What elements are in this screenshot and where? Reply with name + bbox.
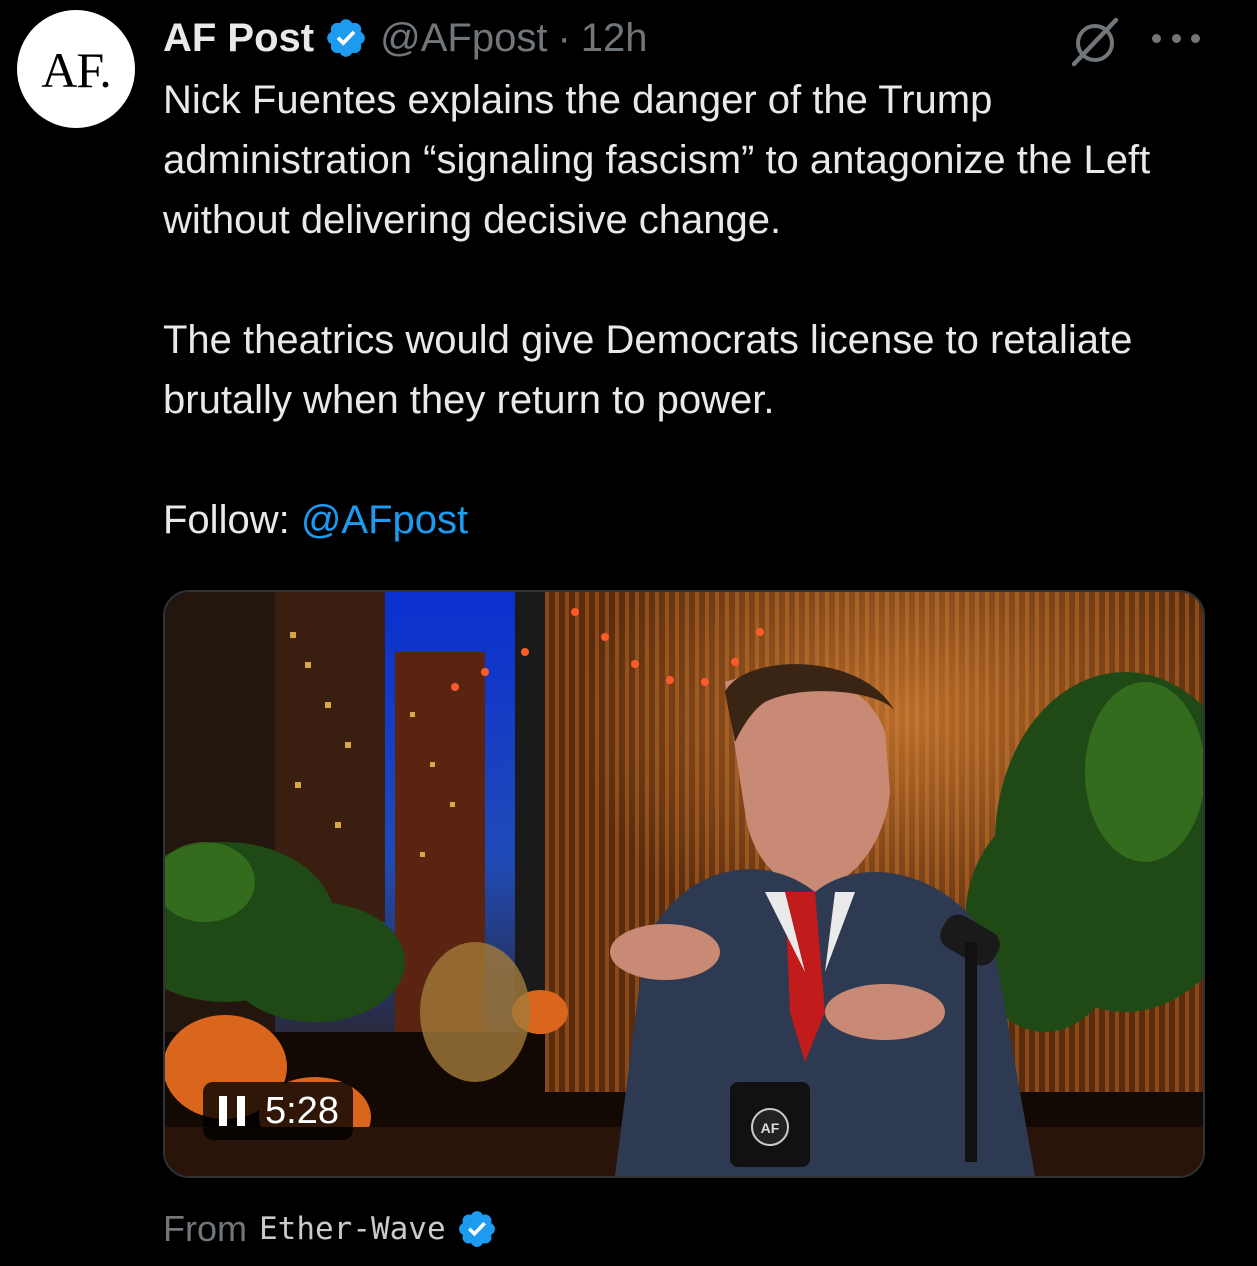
post-timestamp[interactable]: 12h [581,16,648,61]
grok-icon[interactable] [1066,12,1124,70]
post-header: AF Post @AFpost · 12h [163,10,648,66]
post-paragraph-1: Nick Fuentes explains the danger of the … [163,78,1151,242]
source-name-link[interactable]: Ether-Wave [259,1211,446,1247]
source-prefix: From [163,1208,247,1249]
pause-icon[interactable] [219,1096,245,1126]
video-source: From Ether-Wave [163,1204,498,1254]
follow-mention-link[interactable]: @AFpost [301,498,468,542]
follow-label: Follow: [163,498,301,542]
author-name[interactable]: AF Post [163,16,314,61]
verified-badge-icon [458,1211,495,1247]
author-handle[interactable]: @AFpost [380,16,547,61]
header-separator: · [557,15,571,60]
avatar-logo-text: AF. [41,42,111,98]
video-duration-badge[interactable]: 5:28 [203,1082,353,1140]
video-player[interactable]: AF 5:28 [163,590,1205,1178]
author-avatar[interactable]: AF. [17,10,135,128]
post-paragraph-2: The theatrics would give Democrats licen… [163,318,1133,422]
more-options-icon[interactable] [1152,30,1200,46]
follow-line: Follow: @AFpost [163,490,1223,550]
post: AF. AF Post @AFpost · 12h Nick Fuentes e… [0,0,1257,1266]
verified-badge-icon[interactable] [324,16,368,60]
video-duration: 5:28 [265,1089,339,1132]
post-text: Nick Fuentes explains the danger of the … [163,70,1223,550]
mug-logo: AF [761,1120,780,1136]
